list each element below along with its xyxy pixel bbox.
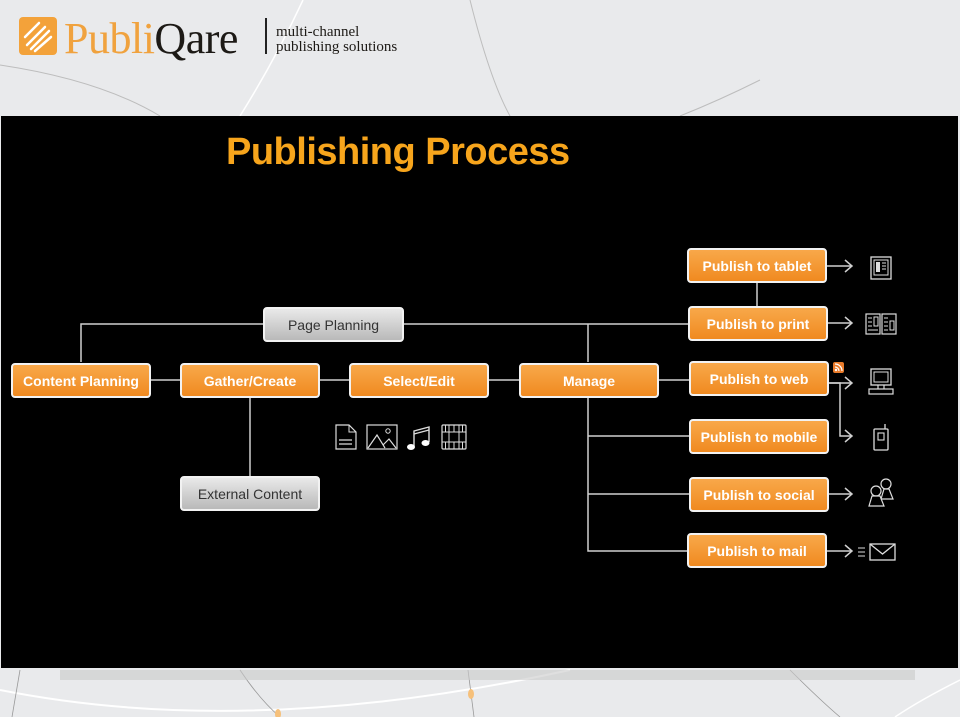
- step-external-content[interactable]: External Content: [180, 476, 320, 511]
- rss-icon: [833, 362, 844, 373]
- tagline: multi-channel publishing solutions: [276, 25, 397, 55]
- step-select-edit[interactable]: Select/Edit: [349, 363, 489, 398]
- output-tablet[interactable]: Publish to tablet: [687, 248, 827, 283]
- header: PubliQare multi-channel publishing solut…: [0, 0, 960, 116]
- social-icon: [868, 478, 894, 507]
- slide-title: Publishing Process: [226, 131, 570, 173]
- logo-divider: [265, 18, 267, 54]
- output-print[interactable]: Publish to print: [688, 306, 828, 341]
- mail-icon: [858, 543, 896, 561]
- step-manage[interactable]: Manage: [519, 363, 659, 398]
- output-mail[interactable]: Publish to mail: [687, 533, 827, 568]
- output-web[interactable]: Publish to web: [689, 361, 829, 396]
- step-content-planning[interactable]: Content Planning: [11, 363, 151, 398]
- output-mobile[interactable]: Publish to mobile: [689, 419, 829, 454]
- document-icon: [335, 424, 357, 450]
- image-icon: [366, 424, 398, 450]
- print-icon: [865, 313, 897, 335]
- publiqare-logo-icon: [19, 17, 57, 55]
- step-page-planning[interactable]: Page Planning: [263, 307, 404, 342]
- brand-part2: Qare: [154, 14, 238, 63]
- music-icon: [407, 426, 430, 450]
- tagline-line1: multi-channel: [276, 24, 360, 40]
- output-social[interactable]: Publish to social: [689, 477, 829, 512]
- tablet-icon: [870, 256, 892, 280]
- video-icon: [441, 424, 467, 450]
- tagline-line2: publishing solutions: [276, 39, 398, 55]
- computer-icon: [868, 368, 894, 395]
- brand-logo-text: PubliQare: [64, 14, 238, 64]
- mobile-icon: [873, 424, 889, 451]
- brand-part1: Publi: [64, 14, 155, 63]
- step-gather-create[interactable]: Gather/Create: [180, 363, 320, 398]
